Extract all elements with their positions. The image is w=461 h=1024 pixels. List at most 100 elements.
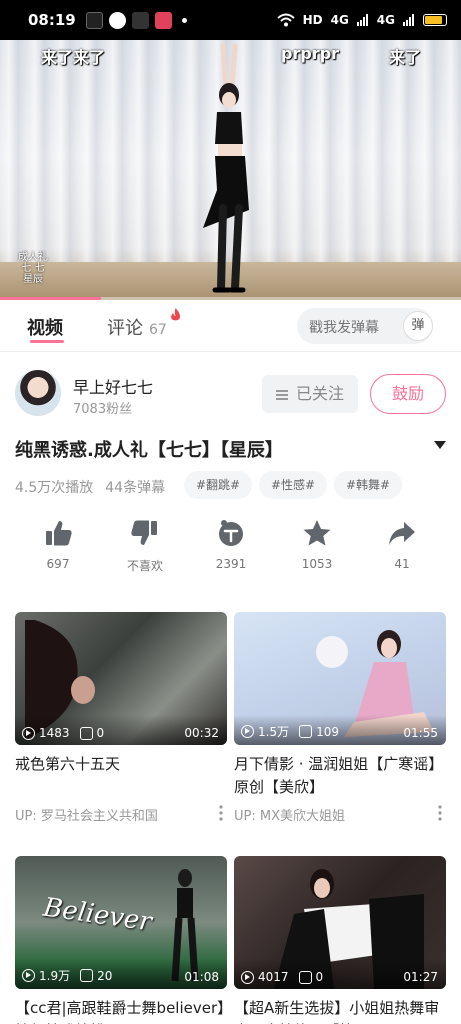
status-time: 08:19	[28, 11, 76, 29]
video-watermark: 成人礼 七 七 星辰	[18, 252, 48, 285]
danmaku-comment: 来了来了	[41, 48, 106, 67]
danmaku-count: 0	[96, 726, 105, 740]
video-title: 纯黑诱惑.成人礼【七七】【星辰】	[15, 440, 283, 461]
dancer-figure	[203, 43, 249, 293]
play-count-icon	[22, 969, 35, 982]
thumbnail-stats: 1483 0	[22, 726, 104, 740]
wifi-icon	[276, 13, 295, 27]
video-duration: 01:27	[403, 970, 438, 984]
video-player[interactable]: 来了来了 prprpr 来了 成人礼 七 七 星辰	[0, 40, 461, 300]
danmaku-toggle-button[interactable]: 弹	[403, 311, 433, 341]
signal-1: 4G	[330, 13, 349, 27]
favorite-button[interactable]: 1053	[287, 518, 347, 571]
avatar[interactable]	[15, 370, 61, 416]
play-count: 1.5万	[258, 725, 290, 739]
danmaku-icon	[80, 969, 94, 982]
tiktok-icon	[85, 11, 103, 29]
danmaku-count: 0	[315, 970, 324, 984]
play-count: 1483	[39, 726, 70, 740]
uploader-fans: 7083粉丝	[73, 402, 133, 417]
hot-flame-icon	[171, 308, 181, 321]
share-icon	[389, 522, 415, 545]
video-card-title[interactable]: 【超A新生选拔】小姐姐热舞审查最大技能！【第312	[234, 997, 446, 1024]
status-bar: 08:19 HD 4G 4G	[0, 0, 461, 40]
signal-2: 4G	[376, 13, 395, 27]
follow-button-label: 已关注	[295, 384, 344, 403]
comments-count: 67	[149, 322, 167, 338]
more-options-icon[interactable]	[219, 805, 223, 821]
battery-icon	[423, 14, 447, 26]
coin-button[interactable]: 2391	[201, 518, 261, 571]
danmaku-icon	[298, 970, 312, 984]
video-card[interactable]: Believer 1.9万 20 01:08 【cc君|高跟鞋爵士舞believe…	[15, 856, 227, 1024]
video-thumbnail[interactable]: 1.5万 109 01:55	[234, 612, 446, 745]
video-card[interactable]: 1.5万 109 01:55 月下倩影 · 温润姐姐【广寒谣】原创【美欣】 UP:…	[234, 612, 446, 824]
danmaku-count: 20	[97, 968, 113, 983]
tag[interactable]: #翻跳#	[184, 471, 253, 499]
video-thumbnail[interactable]: 4017 0 01:27	[234, 856, 446, 989]
thumbnail-stats: 4017 0	[241, 970, 323, 984]
uploader-label: UP: MX美欣大姐姐	[234, 809, 345, 824]
star-icon	[303, 520, 331, 546]
video-card-title[interactable]: 戒色第六十五天	[15, 753, 227, 799]
video-duration: 00:32	[184, 726, 219, 740]
app-icon	[154, 11, 172, 29]
share-count: 41	[394, 557, 410, 571]
thumbs-up-icon	[46, 521, 72, 546]
more-options-icon[interactable]	[438, 805, 442, 821]
soul-icon	[131, 11, 149, 29]
tab-comments-label: 评论	[107, 318, 143, 339]
menu-icon	[275, 389, 288, 400]
play-count: 4017	[258, 970, 289, 984]
video-card-title[interactable]: 【cc君|高跟鞋爵士舞believer】性气韩式编排	[15, 997, 227, 1024]
video-duration: 01:55	[403, 726, 438, 740]
tab-comments[interactable]: 评论 67	[107, 314, 167, 340]
dislike-label: 不喜欢	[126, 559, 163, 573]
thumbnail-stats: 1.5万 109	[241, 723, 339, 740]
action-bar: 697 不喜欢 2391 1053 41	[0, 518, 461, 578]
tag[interactable]: #韩舞#	[334, 471, 403, 499]
dislike-button[interactable]: 不喜欢	[115, 518, 175, 574]
tab-indicator	[30, 340, 64, 343]
video-card-title[interactable]: 月下倩影 · 温润姐姐【广寒谣】原创【美欣】	[234, 753, 446, 799]
danmaku-comment: prprpr	[281, 44, 340, 63]
favorite-count: 1053	[301, 557, 333, 571]
thumbnail-stats: 1.9万 20	[22, 967, 112, 984]
play-count-icon	[241, 970, 254, 984]
notification-dot-icon	[181, 17, 187, 23]
signal-icon-2	[403, 14, 414, 26]
danmaku-icon	[299, 725, 313, 738]
uploader-label: UP: 罗马社会主义共和国	[15, 809, 158, 824]
encourage-button-label: 鼓励	[391, 384, 424, 403]
play-count-icon	[241, 725, 254, 738]
play-count-icon	[22, 726, 35, 740]
video-stats: 4.5万次播放 44条弹幕	[15, 477, 165, 497]
video-thumbnail[interactable]: 1483 0 00:32	[15, 612, 227, 745]
thumbs-down-icon	[131, 520, 157, 545]
like-button[interactable]: 697	[28, 518, 88, 571]
video-duration: 01:08	[184, 970, 219, 984]
coin-count: 2391	[215, 557, 247, 571]
tab-video[interactable]: 视频	[27, 314, 63, 340]
danmaku-count: 44条弹幕	[105, 480, 166, 496]
network-hd: HD	[302, 13, 323, 27]
coin-icon	[219, 520, 243, 546]
like-count: 697	[46, 557, 70, 571]
signal-icon	[356, 14, 368, 26]
video-card[interactable]: 4017 0 01:27 【超A新生选拔】小姐姐热舞审查最大技能！【第312	[234, 856, 446, 1024]
danmaku-count: 109	[316, 724, 339, 739]
tag[interactable]: #性感#	[259, 471, 328, 499]
danmaku-comment: 来了	[389, 48, 422, 67]
share-button[interactable]: 41	[372, 518, 432, 571]
video-card-uploader: UP: 罗马社会主义共和国	[15, 805, 227, 824]
video-card-uploader: UP: MX美欣大姐姐	[234, 805, 446, 824]
danmaku-icon	[79, 726, 93, 740]
video-thumbnail[interactable]: Believer 1.9万 20 01:08	[15, 856, 227, 989]
video-card[interactable]: 1483 0 00:32 戒色第六十五天 UP: 罗马社会主义共和国	[15, 612, 227, 824]
uploader-name[interactable]: 早上好七七	[73, 374, 153, 398]
follow-button[interactable]: 已关注	[262, 375, 358, 413]
play-count: 1.9万	[39, 969, 71, 983]
view-count: 4.5万次播放	[15, 480, 94, 496]
chevron-down-icon[interactable]	[433, 440, 447, 450]
encourage-button[interactable]: 鼓励	[370, 374, 446, 414]
